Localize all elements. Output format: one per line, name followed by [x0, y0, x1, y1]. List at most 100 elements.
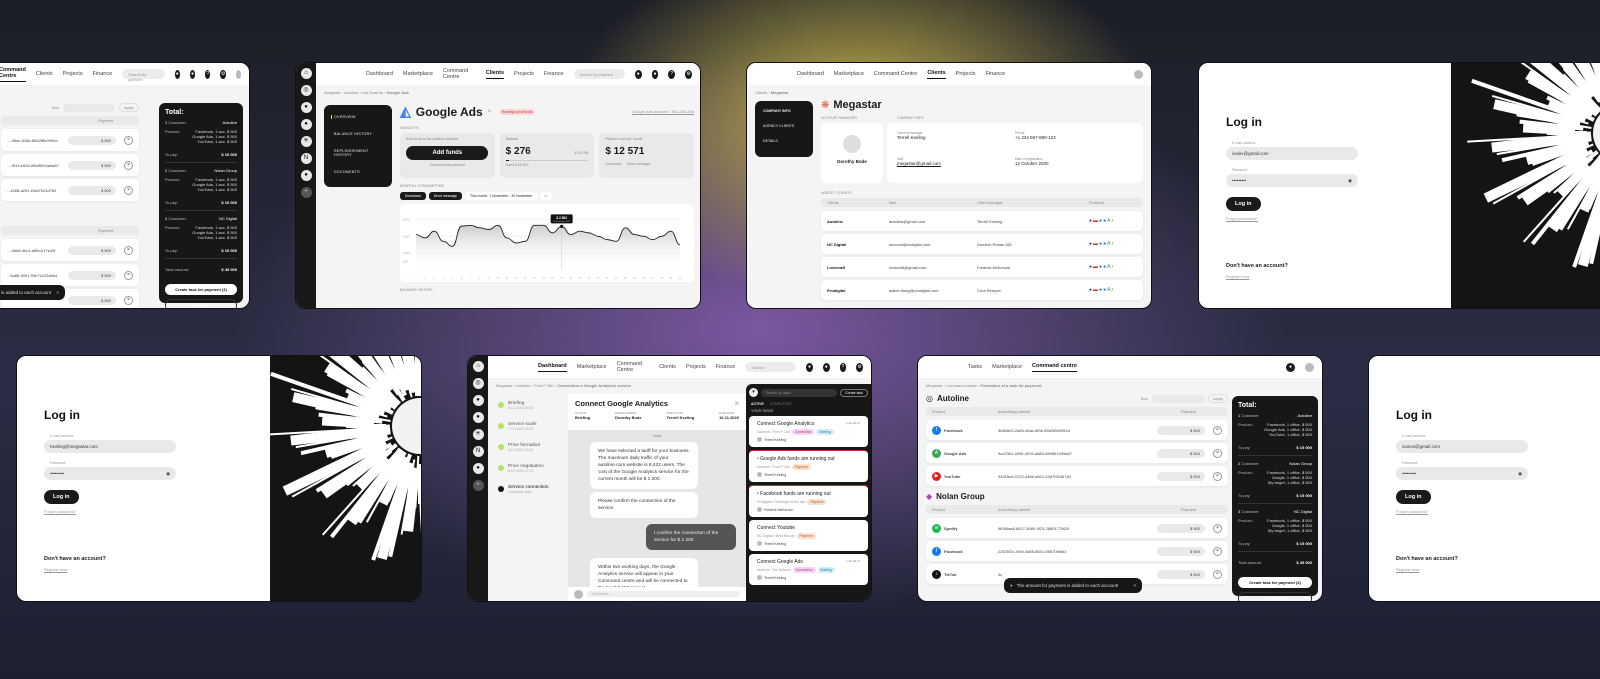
nav-marketplace[interactable]: Marketplace [577, 364, 607, 370]
remove-button[interactable]: × [1213, 448, 1222, 458]
cancel-button[interactable]: Cancel [1238, 592, 1312, 601]
platform-icon[interactable]: N [472, 446, 484, 457]
email-field[interactable]: ivanov@gmail.com [1396, 440, 1528, 453]
platform-icon[interactable]: ● [300, 119, 312, 130]
crumb[interactable]: Ford F 150 [534, 383, 554, 388]
platform-icon[interactable]: ● [300, 102, 312, 113]
instagram-icon[interactable]: ◎ [300, 85, 312, 96]
task-card[interactable]: Connect Youtube NC Digital / Best Beauty… [749, 520, 868, 551]
task-search-input[interactable]: Search by tasks [761, 388, 838, 397]
remove-button[interactable]: × [1213, 471, 1222, 481]
payment-input[interactable]: $ 500 [1157, 471, 1205, 481]
nav-command-centre[interactable]: Command Centre [443, 68, 476, 80]
nav-command-centre[interactable]: Command Centre [0, 67, 26, 82]
payment-input[interactable]: $ 500 [68, 185, 116, 195]
basket-icon[interactable]: ● [634, 69, 642, 79]
help-icon[interactable]: ? [668, 69, 676, 79]
apply-button[interactable]: Apply [118, 103, 139, 112]
password-field[interactable]: ••••••••• ◉ [44, 467, 176, 480]
crumb[interactable]: Clients [755, 90, 767, 95]
chevron-right-icon[interactable]: › [1111, 287, 1113, 293]
nav-dashboard[interactable]: Dashboard [538, 363, 567, 372]
help-icon[interactable]: ? [205, 69, 211, 79]
close-icon[interactable]: × [734, 399, 739, 408]
period-arrows[interactable]: ‹ › [540, 192, 552, 200]
apply-button[interactable]: Apply [1207, 394, 1228, 403]
platform-icon[interactable]: ● [472, 395, 484, 406]
bell-icon[interactable]: ● [189, 69, 196, 79]
crumb[interactable]: Command centre [946, 383, 977, 388]
location-icon[interactable]: ● [472, 463, 484, 474]
add-funds-button[interactable]: Add funds [406, 146, 489, 160]
instagram-icon[interactable]: ◎ [472, 378, 484, 389]
nav-clients[interactable]: Clients [659, 364, 676, 370]
comment-input[interactable]: Comment ... [587, 591, 740, 597]
password-field[interactable]: ••••••••• ◉ [1396, 467, 1528, 480]
client-name[interactable]: Lovecraft [827, 265, 889, 270]
nav-projects[interactable]: Projects [956, 71, 976, 77]
send-message-link[interactable]: Send message [627, 162, 650, 166]
account-link[interactable]: Google Ads account · 361-284-489 [632, 109, 694, 114]
download-button[interactable]: Download [400, 192, 426, 200]
platform-icon[interactable]: ● [472, 412, 484, 423]
payment-input[interactable]: $ 500 [68, 270, 116, 280]
tab-active[interactable]: ACTIVE [751, 402, 764, 406]
create-payment-task-button[interactable]: Create task for payment (3) [165, 284, 237, 295]
eye-icon[interactable]: ◉ [1348, 178, 1352, 183]
email-field[interactable]: ivalov@gmail.com [1226, 147, 1358, 160]
close-icon[interactable]: × [56, 290, 59, 295]
payment-input[interactable]: $ 500 [1157, 425, 1205, 435]
password-field[interactable]: ••••••••• ◉ [1226, 174, 1358, 187]
nav-projects[interactable]: Projects [686, 364, 706, 370]
remove-button[interactable]: × [1213, 523, 1222, 533]
auto-payment-link[interactable]: Connect auto payment [406, 163, 489, 167]
task-card[interactable]: Connect Google Analytics until 18.11 Auto… [749, 416, 868, 447]
send-message-button[interactable]: Send message [428, 192, 462, 200]
add-icon[interactable]: + [472, 480, 484, 491]
gear-icon[interactable]: ⚙ [220, 69, 226, 79]
chevron-right-icon[interactable]: › [1111, 218, 1113, 224]
home-icon[interactable]: ⌂ [300, 68, 312, 79]
side-overview[interactable]: OVERVIEW [331, 115, 382, 119]
nav-dashboard[interactable]: Dashboard [366, 71, 393, 77]
filter-icon[interactable]: ▾ [749, 388, 758, 397]
edit-icon[interactable]: ✎ [488, 109, 492, 115]
crumb[interactable]: Megastar [926, 383, 943, 388]
widget-label[interactable]: Platform cost per month [605, 137, 688, 141]
notification-icon[interactable]: ● [1286, 362, 1295, 372]
forgot-password-link[interactable]: Forgot password? [44, 509, 176, 514]
nav-tasks[interactable]: Tasks [968, 364, 982, 370]
nav-clients[interactable]: Clients [36, 71, 53, 77]
period-select[interactable]: This month: 1 November - 30 November [464, 192, 538, 200]
payment-input[interactable]: $ 500 [1157, 546, 1205, 556]
eye-icon[interactable]: ◉ [1518, 471, 1522, 476]
remove-button[interactable]: × [124, 245, 133, 255]
nav-marketplace[interactable]: Marketplace [992, 364, 1022, 370]
login-button[interactable]: Log in [1396, 490, 1431, 504]
avatar[interactable] [1134, 69, 1143, 79]
nav-command-centre[interactable]: Command Centre [617, 361, 649, 373]
remove-button[interactable]: × [1213, 425, 1222, 435]
register-link[interactable]: Register now [44, 567, 176, 572]
nav-marketplace[interactable]: Marketplace [834, 71, 864, 77]
client-name[interactable]: Prodigital [827, 288, 889, 293]
cancel-button[interactable]: Cancel [165, 299, 237, 308]
avatar[interactable] [1305, 362, 1314, 372]
side-documents[interactable]: DOCUMENTS [334, 170, 382, 174]
payment-input[interactable]: $ 500 [1157, 569, 1205, 579]
crumb[interactable]: Megastar [496, 383, 513, 388]
task-card[interactable]: Connect Google Ads until 18.11 Autoline /… [749, 554, 868, 585]
side-replenishment-history[interactable]: REPLENISHMENT HISTORY [334, 149, 382, 157]
crumb[interactable]: Megastar [324, 90, 341, 95]
platform-icon[interactable]: ✳ [472, 429, 484, 440]
payment-input[interactable]: $ 500 [1157, 523, 1205, 533]
data-point-highlight[interactable] [560, 224, 564, 229]
chevron-right-icon[interactable]: › [1111, 264, 1113, 270]
monthly-consumption-label[interactable]: MONTHLY CONSUMPTION [400, 184, 694, 188]
nav-finance[interactable]: Finance [544, 71, 564, 77]
table-row[interactable]: NC Digital account@ncdigital.com Dominic… [821, 234, 1143, 254]
nav-command-centre[interactable]: Command centre [1032, 363, 1077, 372]
remove-button[interactable]: × [1213, 546, 1222, 556]
remove-button[interactable]: × [124, 160, 133, 170]
add-icon[interactable]: + [300, 187, 312, 198]
